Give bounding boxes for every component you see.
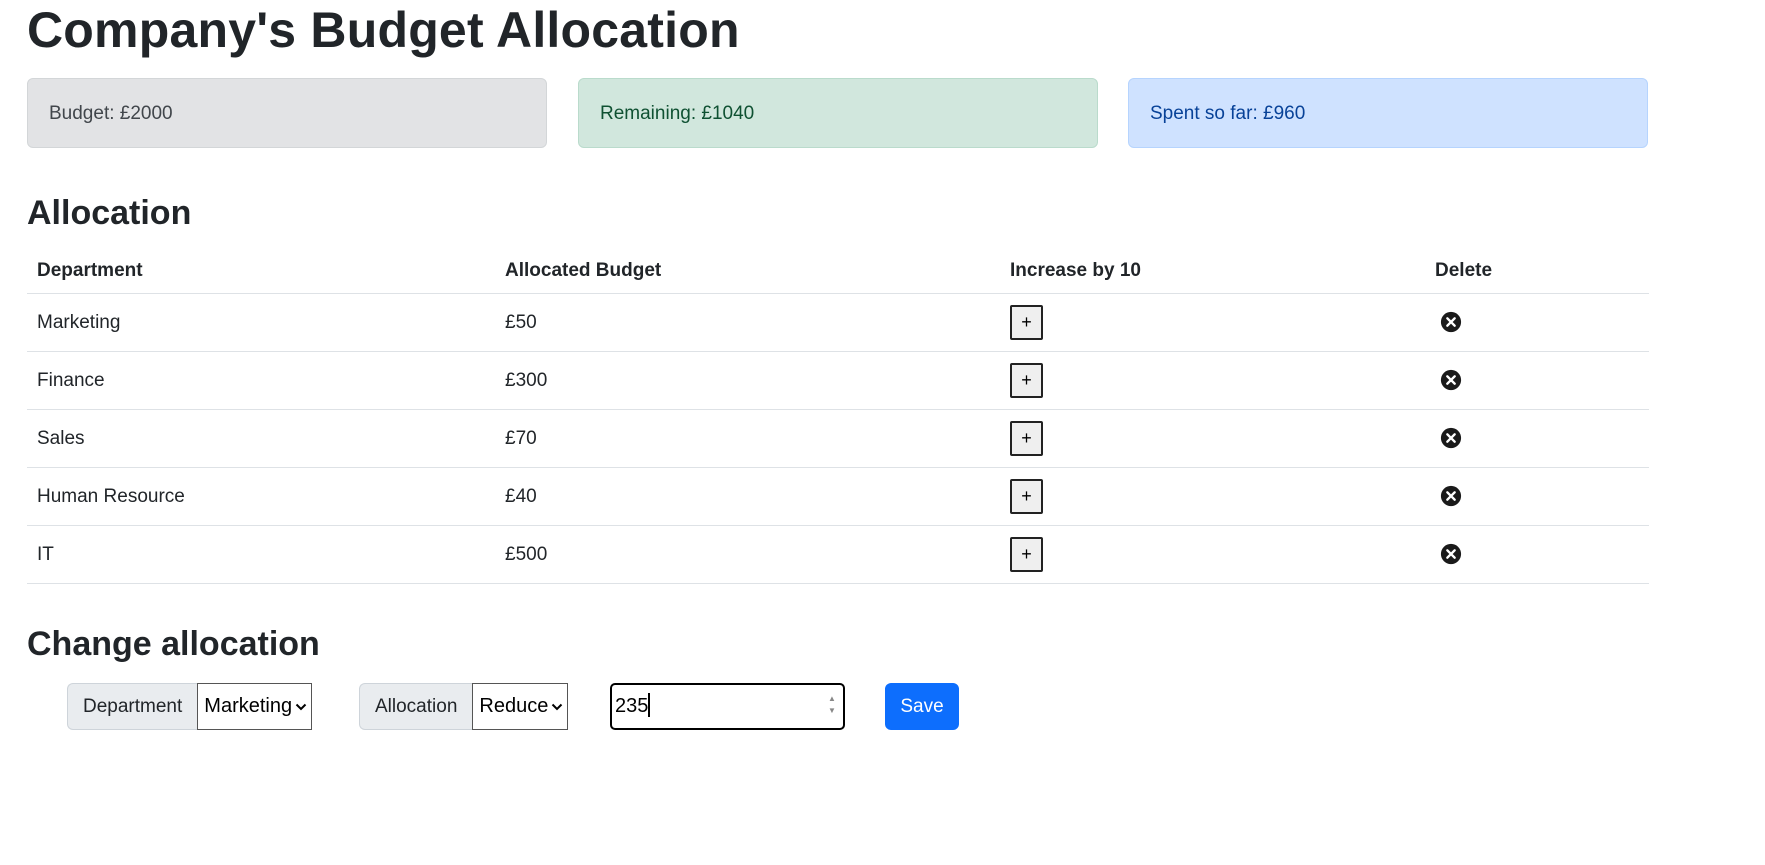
increase-button[interactable]: + (1010, 479, 1043, 514)
change-allocation-heading: Change allocation (27, 625, 320, 663)
column-header-allocated-budget: Allocated Budget (495, 248, 1000, 294)
allocation-label: Allocation (359, 683, 473, 730)
delete-cell (1425, 409, 1649, 468)
spent-alert: Spent so far: £960 (1128, 78, 1648, 148)
table-row: Sales £70 + (27, 409, 1649, 468)
department-name: Sales (37, 427, 85, 449)
amount-input-value: 235 (615, 695, 649, 717)
department-select-value: Marketing (204, 695, 293, 717)
increase-cell: + (1000, 525, 1425, 584)
increase-cell: + (1000, 351, 1425, 410)
amount-input[interactable]: 235 ▲ ▼ (610, 683, 845, 730)
department-label: Department (67, 683, 198, 730)
department-cell: Finance (27, 351, 495, 410)
allocated-budget: £70 (505, 427, 537, 449)
budget-cell: £300 (495, 351, 1000, 410)
page: Company's Budget Allocation Budget: £200… (0, 0, 1765, 865)
department-cell: Marketing (27, 293, 495, 352)
allocation-input-group: Allocation Reduce (359, 683, 569, 730)
table-row: Finance £300 + (27, 351, 1649, 410)
table-row: IT £500 + (27, 525, 1649, 584)
column-header-delete: Delete (1425, 248, 1649, 294)
allocated-budget: £50 (505, 311, 537, 333)
increase-button[interactable]: + (1010, 537, 1043, 572)
chevron-down-icon (552, 703, 563, 710)
delete-cell (1425, 293, 1649, 352)
circle-x-icon[interactable] (1440, 427, 1462, 449)
department-input-group: Department Marketing (67, 683, 313, 730)
delete-cell (1425, 351, 1649, 410)
allocation-select[interactable]: Reduce (472, 683, 569, 730)
department-name: IT (37, 543, 54, 565)
table-row: Marketing £50 + (27, 293, 1649, 352)
department-name: Human Resource (37, 485, 185, 507)
allocation-table: Department Allocated Budget Increase by … (27, 248, 1649, 584)
column-header-department: Department (27, 248, 495, 294)
circle-x-icon[interactable] (1440, 311, 1462, 333)
circle-x-icon[interactable] (1440, 369, 1462, 391)
department-name: Finance (37, 369, 105, 391)
increase-button[interactable]: + (1010, 363, 1043, 398)
department-cell: Sales (27, 409, 495, 468)
delete-cell (1425, 467, 1649, 526)
department-select[interactable]: Marketing (197, 683, 313, 730)
circle-x-icon[interactable] (1440, 485, 1462, 507)
delete-cell (1425, 525, 1649, 584)
budget-cell: £40 (495, 467, 1000, 526)
chevron-down-icon (295, 703, 307, 710)
spinner-arrows-icon[interactable]: ▲ ▼ (827, 693, 837, 717)
allocation-select-value: Reduce (479, 695, 549, 717)
increase-cell: + (1000, 293, 1425, 352)
table-header-row: Department Allocated Budget Increase by … (27, 248, 1649, 294)
increase-cell: + (1000, 409, 1425, 468)
column-header-increase: Increase by 10 (1000, 248, 1425, 294)
remaining-text: Remaining: £1040 (600, 103, 755, 124)
department-cell: IT (27, 525, 495, 584)
budget-cell: £500 (495, 525, 1000, 584)
table-row: Human Resource £40 + (27, 467, 1649, 526)
text-caret (648, 692, 650, 717)
remaining-alert: Remaining: £1040 (578, 78, 1098, 148)
circle-x-icon[interactable] (1440, 543, 1462, 565)
budget-cell: £70 (495, 409, 1000, 468)
spent-text: Spent so far: £960 (1150, 103, 1306, 124)
budget-alert: Budget: £2000 (27, 78, 547, 148)
department-cell: Human Resource (27, 467, 495, 526)
allocated-budget: £300 (505, 369, 548, 391)
budget-cell: £50 (495, 293, 1000, 352)
page-title: Company's Budget Allocation (27, 2, 740, 58)
department-name: Marketing (37, 311, 121, 333)
budget-text: Budget: £2000 (49, 103, 173, 124)
save-button[interactable]: Save (885, 683, 959, 730)
allocated-budget: £40 (505, 485, 537, 507)
increase-cell: + (1000, 467, 1425, 526)
increase-button[interactable]: + (1010, 421, 1043, 456)
increase-button[interactable]: + (1010, 305, 1043, 340)
allocated-budget: £500 (505, 543, 548, 565)
allocation-heading: Allocation (27, 194, 192, 232)
